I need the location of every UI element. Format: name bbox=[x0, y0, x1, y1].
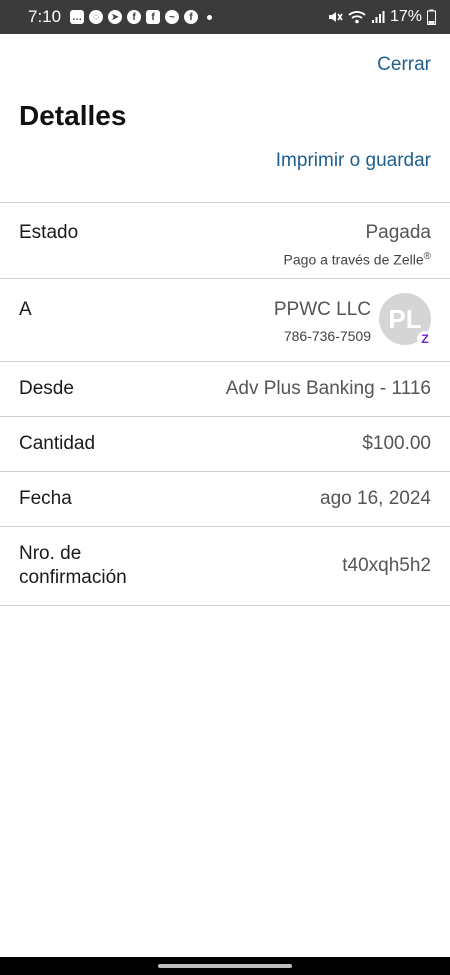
confirmation-value: t40xqh5h2 bbox=[342, 555, 431, 576]
navigation-bar bbox=[0, 957, 450, 975]
battery-icon bbox=[427, 9, 436, 25]
status-right: 17% bbox=[327, 8, 436, 26]
recipient-name: PPWC LLC bbox=[273, 299, 371, 320]
print-or-save-button[interactable]: Imprimir o guardar bbox=[276, 150, 431, 172]
amount-value: $100.00 bbox=[362, 433, 431, 454]
detail-row-date: Fecha ago 16, 2024 bbox=[0, 471, 450, 526]
date-value: ago 16, 2024 bbox=[320, 488, 431, 509]
status-left: 7:10 … ◌ ➤ f f ~ f bbox=[28, 7, 213, 27]
home-gesture-handle[interactable] bbox=[158, 964, 292, 968]
whatsapp-icon: ◌ bbox=[89, 10, 104, 24]
recipient-phone: 786-736-7509 bbox=[283, 328, 371, 344]
chat-icon: … bbox=[70, 10, 85, 24]
detail-row-amount: Cantidad $100.00 bbox=[0, 416, 450, 471]
estado-value-block: Pagada Pago a través de Zelle® bbox=[284, 221, 431, 278]
recipient-block: PPWC LLC 786-736-7509 PL Z bbox=[274, 293, 433, 361]
recipient-label: A bbox=[19, 299, 32, 320]
detail-row-estado: Estado Pagada Pago a través de Zelle® bbox=[0, 202, 450, 278]
from-value: Adv Plus Banking - 1116 bbox=[225, 378, 431, 399]
screen: 7:10 … ◌ ➤ f f ~ f 17% Cerrar Detalles I… bbox=[0, 0, 450, 975]
signal-icon bbox=[371, 11, 385, 23]
avatar-initials: PL bbox=[388, 303, 422, 334]
detail-row-confirmation: Nro. de confirmación t40xqh5h2 bbox=[0, 526, 450, 606]
messenger-icon: ~ bbox=[165, 10, 180, 24]
telegram-icon: ➤ bbox=[108, 10, 123, 24]
confirmation-label: Nro. de confirmación bbox=[19, 543, 127, 588]
mute-icon bbox=[328, 12, 343, 22]
detail-row-recipient: A PPWC LLC 786-736-7509 PL Z bbox=[0, 278, 450, 361]
more-notifications-icon bbox=[207, 14, 213, 20]
close-button[interactable]: Cerrar bbox=[377, 54, 431, 76]
recipient-text: PPWC LLC 786-736-7509 bbox=[274, 298, 371, 344]
status-bar: 7:10 … ◌ ➤ f f ~ f 17% bbox=[0, 0, 450, 34]
facebook-icon: f bbox=[127, 10, 142, 24]
amount-label: Cantidad bbox=[19, 433, 96, 454]
details-list: Estado Pagada Pago a través de Zelle® A … bbox=[0, 202, 450, 606]
date-label: Fecha bbox=[19, 488, 72, 509]
from-label: Desde bbox=[19, 378, 74, 399]
zelle-icon: Z bbox=[417, 331, 433, 347]
facebook-icon: f bbox=[184, 10, 199, 24]
page-title: Detalles bbox=[19, 100, 127, 131]
payment-method-note: Pago a través de Zelle® bbox=[284, 251, 431, 268]
avatar: PL Z bbox=[379, 293, 433, 347]
wifi-icon bbox=[348, 11, 366, 24]
estado-value: Pagada bbox=[365, 222, 431, 243]
facebook-icon: f bbox=[146, 10, 161, 24]
payment-method-text: Pago a través de Zelle bbox=[283, 251, 424, 268]
detail-row-from: Desde Adv Plus Banking - 1116 bbox=[0, 361, 450, 416]
registered-mark: ® bbox=[423, 251, 431, 262]
battery-percent: 17% bbox=[389, 8, 422, 25]
estado-label: Estado bbox=[19, 222, 79, 243]
status-time: 7:10 bbox=[28, 7, 62, 26]
